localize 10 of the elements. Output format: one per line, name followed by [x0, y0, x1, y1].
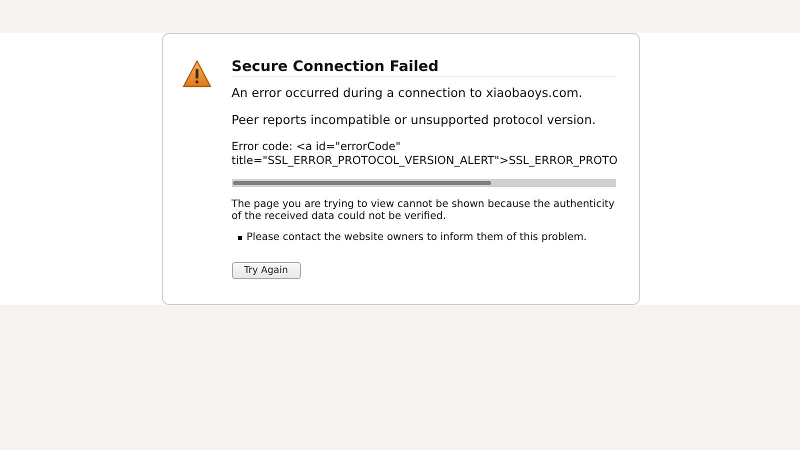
error-code-text: Error code: <a id="errorCode" title="SSL_ERROR_PROTOCOL_VERSION_ALERT">SSL_ERROR_PROTO	[232, 140, 618, 168]
error-message: Peer reports incompatible or unsupported protocol version.	[232, 113, 596, 127]
horizontal-scrollbar[interactable]	[232, 179, 616, 187]
error-message: An error occurred during a connection to xiaobaoys.com.	[232, 86, 582, 100]
advice-text: Please contact the website owners to inform them of this problem.	[246, 232, 587, 243]
error-title: Secure Connection Failed	[232, 59, 616, 77]
try-again-button[interactable]: Try Again	[232, 262, 300, 279]
warning-icon	[182, 59, 212, 89]
bullet-icon	[238, 236, 242, 240]
description-text: The page you are trying to view cannot be shown because the authenticity of the received data could not be verified.	[232, 199, 615, 223]
